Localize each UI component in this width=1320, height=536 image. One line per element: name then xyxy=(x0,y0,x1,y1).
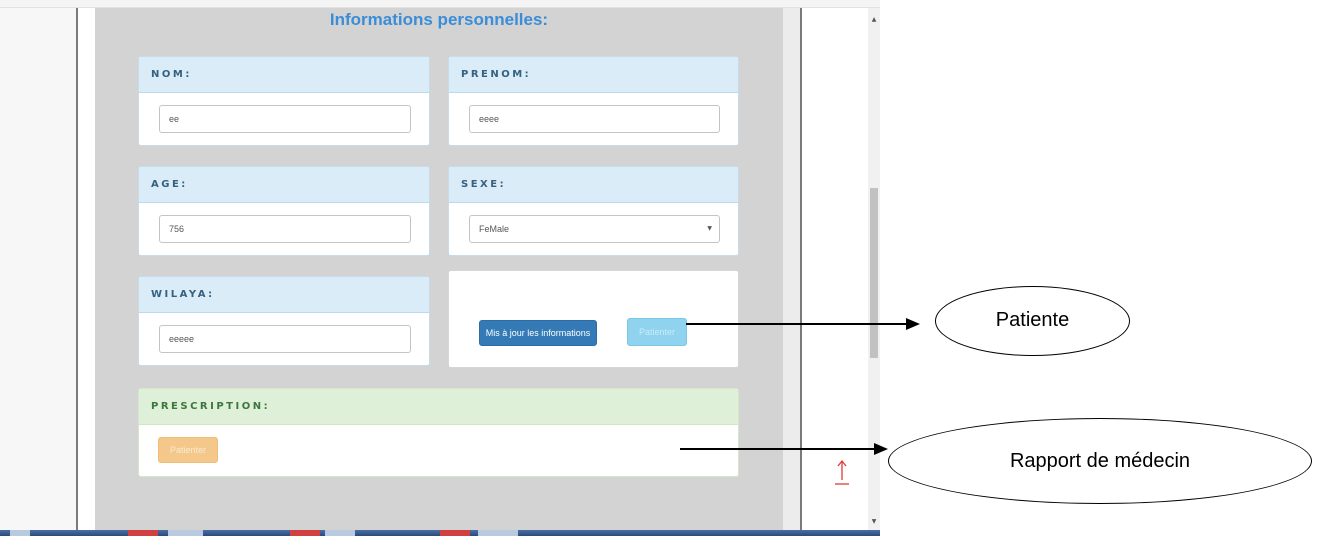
age-input[interactable]: 756 xyxy=(159,215,411,243)
prenom-panel: PRENOM: eeee xyxy=(448,56,739,146)
patient-wait-button[interactable]: Patienter xyxy=(627,318,687,346)
sexe-label: SEXE: xyxy=(449,167,738,203)
scroll-thumb[interactable] xyxy=(870,188,878,358)
nom-label: NOM: xyxy=(139,57,429,93)
taskbar-item[interactable] xyxy=(478,530,518,536)
taskbar-item[interactable] xyxy=(168,530,203,536)
taskbar-item[interactable] xyxy=(290,530,320,536)
right-panel xyxy=(802,8,868,530)
prenom-input[interactable]: eeee xyxy=(469,105,720,133)
wilaya-label: WILAYA: xyxy=(139,277,429,313)
wilaya-input[interactable]: eeeee xyxy=(159,325,411,353)
age-label: AGE: xyxy=(139,167,429,203)
caret-down-icon: ▼ xyxy=(707,225,712,232)
nom-panel: NOM: ee xyxy=(138,56,430,146)
actions-panel: Mis à jour les informations Patienter xyxy=(448,270,739,368)
patient-callout: Patiente xyxy=(935,286,1130,356)
prenom-label: PRENOM: xyxy=(449,57,738,93)
prescription-label: PRESCRIPTION: xyxy=(139,389,738,425)
sexe-select[interactable]: FeMale ▼ xyxy=(469,215,720,243)
doctor-report-callout: Rapport de médecin xyxy=(888,418,1312,504)
patient-arrow-line xyxy=(686,323,908,325)
wilaya-panel: WILAYA: eeeee xyxy=(138,276,430,366)
annotated-screenshot: { "form": { "section_title": "Informatio… xyxy=(0,0,1320,536)
browser-top-strip xyxy=(0,0,880,8)
doctor-report-arrow-line xyxy=(680,448,876,450)
taskbar-item[interactable] xyxy=(128,530,158,536)
scroll-up-icon[interactable]: ▲ xyxy=(868,14,880,26)
arrow-up-icon[interactable] xyxy=(832,458,852,488)
update-info-button[interactable]: Mis à jour les informations xyxy=(479,320,597,346)
scroll-down-icon[interactable]: ▼ xyxy=(868,516,880,528)
right-gutter xyxy=(783,8,800,530)
patient-arrow-head xyxy=(906,318,920,330)
left-divider xyxy=(76,8,78,530)
left-gutter xyxy=(0,8,76,530)
taskbar-item[interactable] xyxy=(10,530,30,536)
section-title: Informations personnelles: xyxy=(329,10,549,29)
age-panel: AGE: 756 xyxy=(138,166,430,256)
sexe-selected-value: FeMale xyxy=(479,224,510,234)
sexe-panel: SEXE: FeMale ▼ xyxy=(448,166,739,256)
taskbar-item[interactable] xyxy=(325,530,355,536)
taskbar-item[interactable] xyxy=(440,530,470,536)
prescription-wait-button[interactable]: Patienter xyxy=(158,437,218,463)
doctor-report-arrow-head xyxy=(874,443,888,455)
prescription-panel: PRESCRIPTION: Patienter xyxy=(138,388,739,477)
nom-input[interactable]: ee xyxy=(159,105,411,133)
